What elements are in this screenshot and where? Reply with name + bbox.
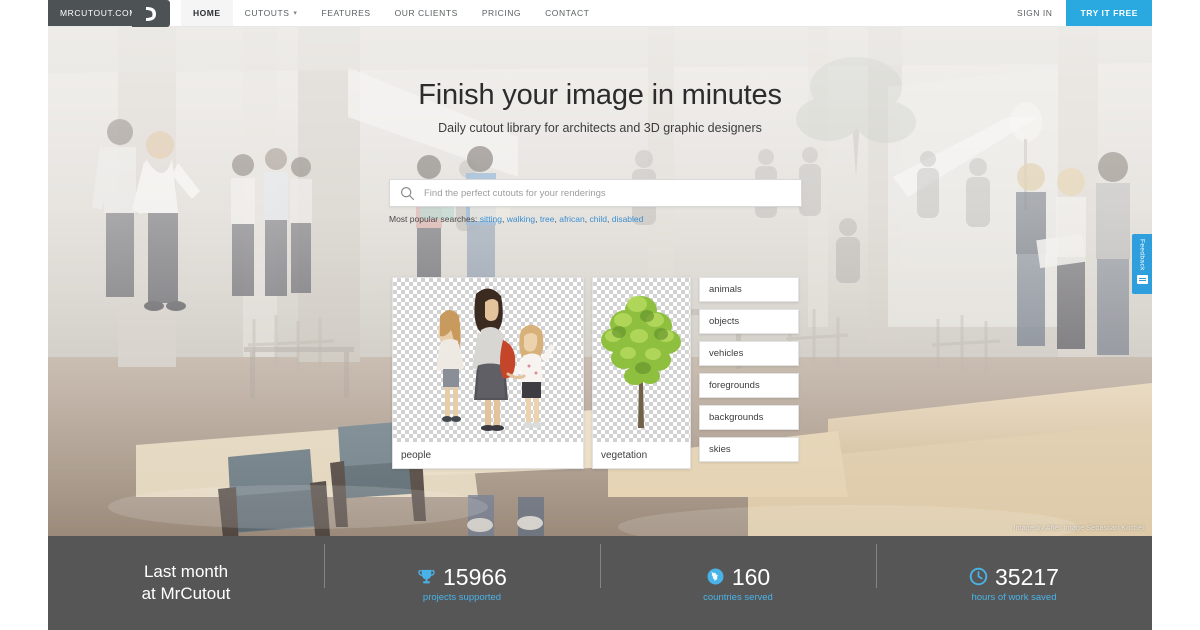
trophy-icon	[417, 567, 436, 586]
category-item-vehicles[interactable]: vehicles	[699, 341, 799, 366]
stat-countries-served: 160 countries served	[600, 543, 876, 603]
nav-label: FEATURES	[321, 8, 371, 18]
comment-box-icon	[1136, 274, 1148, 284]
hero-section: Image by After Image Sebastian Kochel Fi…	[48, 27, 1152, 536]
category-label: skies	[709, 444, 731, 455]
stat-projects-supported: 15966 projects supported	[324, 543, 600, 603]
popular-term-disabled[interactable]: disabled	[612, 214, 644, 224]
nav-label: CUTOUTS	[244, 8, 290, 18]
hero-content: Finish your image in minutes Daily cutou…	[48, 27, 1152, 536]
sign-in-link[interactable]: SIGN IN	[1003, 0, 1067, 26]
nav-item-cutouts[interactable]: CUTOUTS ▾	[233, 0, 310, 26]
category-label: backgrounds	[709, 412, 764, 423]
people-cutout-thumbnail	[393, 278, 583, 442]
category-item-animals[interactable]: animals	[699, 277, 799, 302]
nav-label: HOME	[192, 8, 221, 18]
stat-label: countries served	[703, 591, 773, 603]
popular-term-sitting[interactable]: sitting	[480, 214, 502, 224]
popular-term-african[interactable]: african	[559, 214, 585, 224]
logo-text: MRCUTOUT.COM	[60, 8, 137, 18]
nav-label: PRICING	[481, 8, 522, 18]
popular-term-child[interactable]: child	[589, 214, 606, 224]
stat-value: 15966	[443, 563, 507, 590]
category-label: objects	[709, 316, 740, 327]
stat-lead-line1: Last month	[143, 562, 229, 581]
stat-lead: Last month at MrCutout	[48, 561, 324, 605]
top-navbar: MRCUTOUT.COM HOME CUTOUTS ▾ FEATURES OUR…	[48, 0, 1152, 27]
tree-cutout-thumbnail	[593, 278, 690, 442]
nav-item-our-clients[interactable]: OUR CLIENTS	[383, 0, 470, 26]
search-input[interactable]	[424, 180, 801, 206]
nav-right-actions: SIGN IN TRY IT FREE	[1003, 0, 1152, 26]
category-list: animals objects vehicles foregrounds bac…	[699, 277, 799, 469]
category-cards: people vegetation animals objects vehicl…	[392, 277, 799, 469]
search-area: Most popular searches: sitting, walking,…	[389, 179, 802, 224]
try-it-free-button[interactable]: TRY IT FREE	[1066, 0, 1152, 26]
popular-term-tree[interactable]: tree	[540, 214, 555, 224]
category-item-skies[interactable]: skies	[699, 437, 799, 462]
stat-value: 35217	[995, 563, 1059, 590]
mask-face-icon	[131, 0, 170, 27]
stat-label: hours of work saved	[971, 591, 1057, 603]
stats-bar: Last month at MrCutout 15966 projects su…	[48, 536, 1152, 630]
stat-value: 160	[731, 563, 771, 590]
search-box[interactable]	[389, 179, 802, 207]
feedback-tab[interactable]: Feedback	[1132, 234, 1152, 294]
page-title: Finish your image in minutes	[418, 79, 782, 111]
category-item-backgrounds[interactable]: backgrounds	[699, 405, 799, 430]
clock-icon	[969, 567, 988, 586]
popular-searches: Most popular searches: sitting, walking,…	[389, 214, 644, 224]
card-label-people: people	[393, 442, 583, 468]
category-label: foregrounds	[709, 380, 760, 391]
nav-item-features[interactable]: FEATURES	[310, 0, 383, 26]
feedback-label: Feedback	[1138, 239, 1146, 271]
popular-term-walking[interactable]: walking	[507, 214, 535, 224]
stat-hours-saved: 35217 hours of work saved	[876, 543, 1152, 603]
category-label: animals	[709, 284, 742, 295]
page-subtitle: Daily cutout library for architects and …	[438, 121, 762, 135]
category-label: vehicles	[709, 348, 744, 359]
nav-items: HOME CUTOUTS ▾ FEATURES OUR CLIENTS PRIC…	[180, 0, 601, 26]
popular-searches-label: Most popular searches:	[389, 214, 478, 224]
sign-in-label: SIGN IN	[1016, 8, 1053, 18]
search-icon	[390, 186, 424, 201]
nav-item-pricing[interactable]: PRICING	[470, 0, 533, 26]
nav-label: OUR CLIENTS	[394, 8, 458, 18]
card-label-vegetation: vegetation	[593, 442, 690, 468]
globe-icon	[706, 567, 725, 586]
category-item-foregrounds[interactable]: foregrounds	[699, 373, 799, 398]
card-people[interactable]: people	[392, 277, 584, 469]
page-root: MRCUTOUT.COM HOME CUTOUTS ▾ FEATURES OUR…	[0, 0, 1200, 630]
stat-value-row: 160	[600, 564, 876, 590]
card-vegetation[interactable]: vegetation	[592, 277, 691, 469]
stat-value-row: 15966	[324, 564, 600, 590]
try-it-free-label: TRY IT FREE	[1080, 8, 1138, 18]
stat-lead-line2: at MrCutout	[141, 584, 231, 603]
nav-item-home[interactable]: HOME	[180, 0, 233, 26]
site-logo[interactable]: MRCUTOUT.COM	[48, 0, 170, 27]
chevron-down-icon: ▾	[293, 10, 298, 17]
stat-value-row: 35217	[876, 564, 1152, 590]
nav-label: CONTACT	[545, 8, 590, 18]
stat-label: projects supported	[422, 591, 502, 603]
category-item-objects[interactable]: objects	[699, 309, 799, 334]
nav-item-contact[interactable]: CONTACT	[533, 0, 601, 26]
